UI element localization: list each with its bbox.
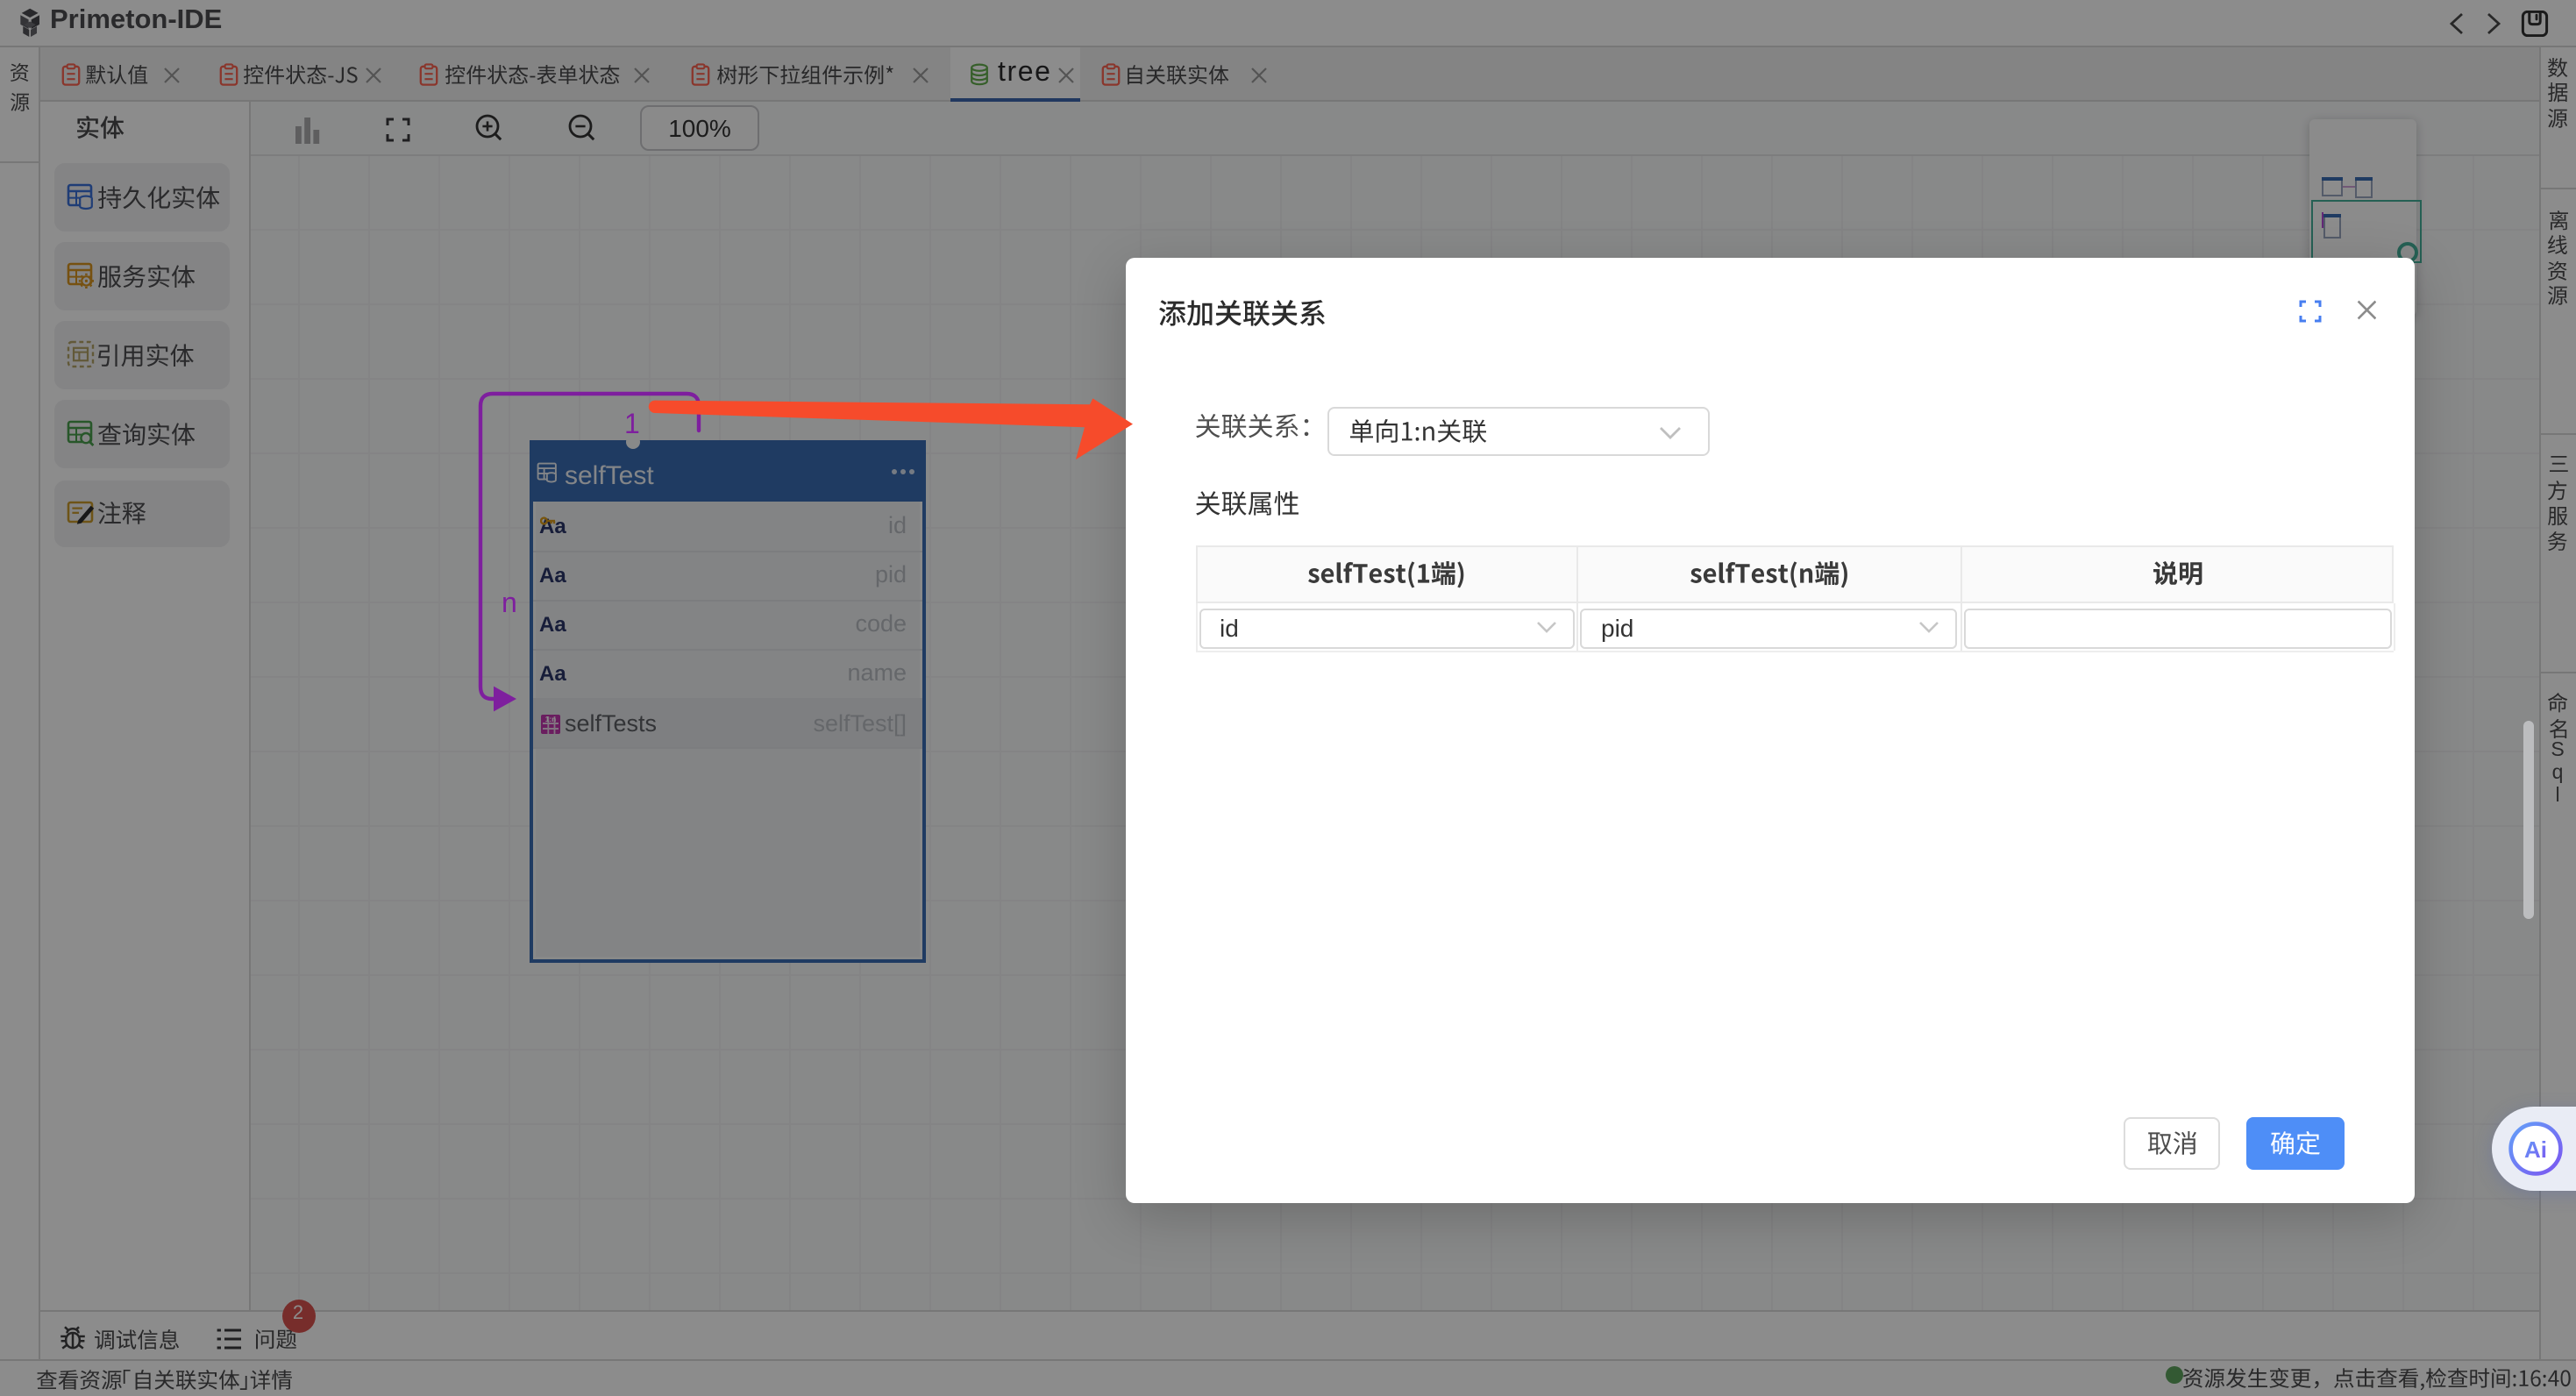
svg-text:Ai: Ai	[2523, 1136, 2546, 1163]
